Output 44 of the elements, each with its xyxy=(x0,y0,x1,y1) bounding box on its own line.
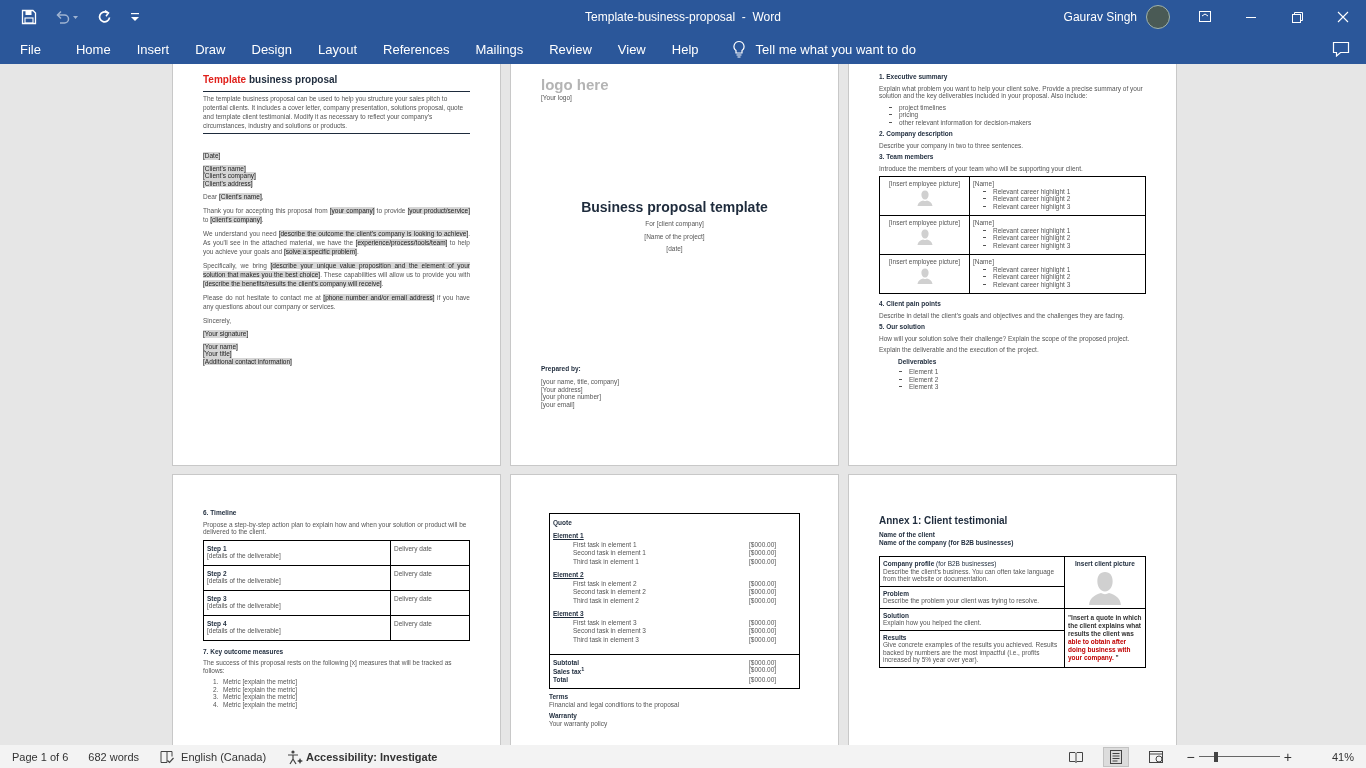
ribbon-tab[interactable]: Design xyxy=(238,38,305,60)
ribbon-display-icon[interactable] xyxy=(1197,9,1213,25)
print-layout-icon[interactable] xyxy=(1107,748,1124,765)
page-count[interactable]: Page 1 of 6 xyxy=(12,750,69,763)
annex-title: Annex 1: Client testimonial xyxy=(879,515,1009,526)
redo-icon[interactable] xyxy=(97,9,113,25)
window-title: Template-business-proposal - Word xyxy=(585,10,781,24)
ribbon-tab[interactable]: Help xyxy=(658,38,712,60)
ribbon-tab[interactable]: File xyxy=(7,38,54,60)
avatar[interactable] xyxy=(1146,5,1170,29)
print-layout-button[interactable] xyxy=(1102,746,1129,767)
customize-icon[interactable] xyxy=(130,11,140,23)
close-icon[interactable] xyxy=(1335,9,1351,25)
lightbulb-icon[interactable] xyxy=(731,40,746,58)
logo-text: logo here xyxy=(541,76,609,93)
person-icon xyxy=(916,228,933,245)
zoom-in-button[interactable]: + xyxy=(1283,748,1292,765)
save-icon[interactable] xyxy=(21,9,37,25)
person-icon xyxy=(916,267,933,284)
accessibility-icon[interactable] xyxy=(286,748,305,765)
ribbon-tab[interactable]: Layout xyxy=(304,38,370,60)
accessibility-status[interactable]: Accessibility: Investigate xyxy=(306,750,438,763)
ribbon-tab[interactable]: Home xyxy=(62,38,124,60)
ribbon-tab[interactable]: Insert xyxy=(123,38,183,60)
ribbon-tab[interactable]: View xyxy=(604,38,659,60)
person-icon xyxy=(916,189,933,206)
proofing-icon[interactable] xyxy=(159,748,176,765)
person-icon xyxy=(1088,570,1122,605)
tell-me-search[interactable]: Tell me what you want to do xyxy=(755,41,916,57)
web-layout-icon[interactable] xyxy=(1147,748,1164,765)
zoom-thumb[interactable] xyxy=(1213,751,1218,762)
ribbon-tab[interactable]: Mailings xyxy=(462,38,537,60)
zoom-out-button[interactable]: − xyxy=(1186,748,1195,765)
ribbon-tab[interactable]: Draw xyxy=(182,38,239,60)
word-count[interactable]: 682 words xyxy=(88,750,140,763)
ribbon-tab[interactable]: Review xyxy=(536,38,605,60)
restore-icon[interactable] xyxy=(1289,9,1305,25)
comment-icon[interactable] xyxy=(1332,41,1350,57)
user-name[interactable]: Gaurav Singh xyxy=(1063,10,1137,24)
document-title: Template business proposal xyxy=(203,74,339,85)
zoom-level[interactable]: 41% xyxy=(1331,750,1354,763)
language[interactable]: English (Canada) xyxy=(181,750,267,763)
cover-title: Business proposal template xyxy=(580,199,769,215)
ribbon-tab[interactable]: References xyxy=(370,38,463,60)
